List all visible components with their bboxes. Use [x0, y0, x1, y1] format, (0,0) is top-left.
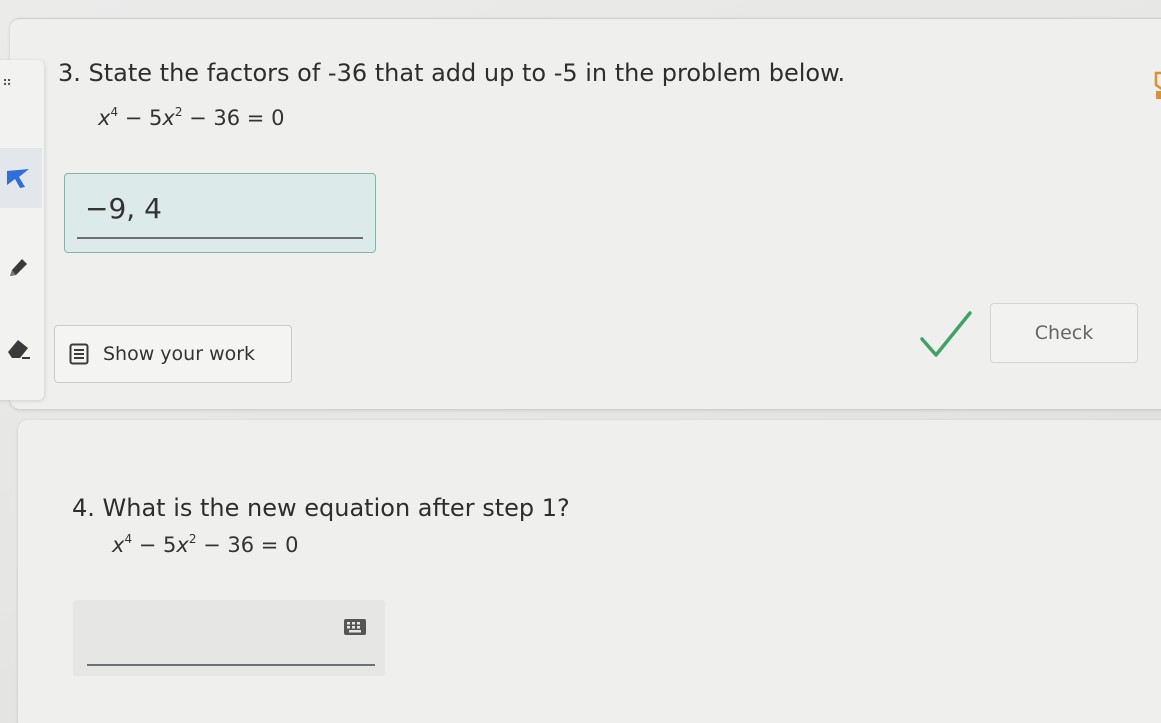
- answer-input[interactable]: [73, 600, 385, 676]
- document-icon: [69, 343, 89, 365]
- equation-exponent: 4: [124, 532, 133, 546]
- equation-exponent: 4: [110, 105, 119, 119]
- pointer-tool[interactable]: [0, 148, 42, 208]
- screen: 3. State the factors of -36 that add up …: [0, 0, 1161, 723]
- eraser-tool[interactable]: [0, 318, 42, 378]
- keyboard-icon[interactable]: [343, 618, 367, 636]
- equation-term: − 36 = 0: [182, 106, 285, 130]
- question-prompt: 4. What is the new equation after step 1…: [72, 494, 570, 522]
- equation-term: − 36 = 0: [196, 533, 299, 557]
- question-prompt: 3. State the factors of -36 that add up …: [58, 59, 846, 87]
- equation-term: − 5: [118, 106, 163, 130]
- checkmark-icon: [920, 311, 972, 357]
- question-card-3: 3. State the factors of -36 that add up …: [10, 18, 1161, 409]
- answer-underline: [87, 664, 375, 666]
- equation-term: − 5: [132, 533, 177, 557]
- annotation-toolbar: ⠶: [0, 60, 44, 400]
- pencil-icon: [10, 259, 27, 276]
- show-your-work-label: Show your work: [103, 343, 256, 365]
- answer-input[interactable]: −9, 4: [64, 173, 376, 253]
- answer-underline: [77, 237, 363, 239]
- question-card-4: 4. What is the new equation after step 1…: [18, 420, 1161, 723]
- pointer-icon: [7, 169, 29, 188]
- equation-variable: x: [98, 106, 111, 130]
- equation-variable: x: [176, 533, 189, 557]
- question-equation: x4 − 5x2 − 36 = 0: [112, 532, 298, 557]
- pencil-tool[interactable]: [0, 238, 42, 298]
- drag-handle-icon[interactable]: ⠶: [2, 74, 12, 90]
- show-your-work-button[interactable]: Show your work: [54, 325, 292, 383]
- check-button[interactable]: Check: [990, 303, 1138, 363]
- equation-variable: x: [112, 533, 125, 557]
- question-equation: x4 − 5x2 − 36 = 0: [98, 105, 284, 130]
- eraser-icon: [8, 340, 30, 359]
- answer-value: −9, 4: [85, 192, 162, 225]
- equation-variable: x: [162, 106, 175, 130]
- bookmark-icon[interactable]: [1154, 71, 1161, 101]
